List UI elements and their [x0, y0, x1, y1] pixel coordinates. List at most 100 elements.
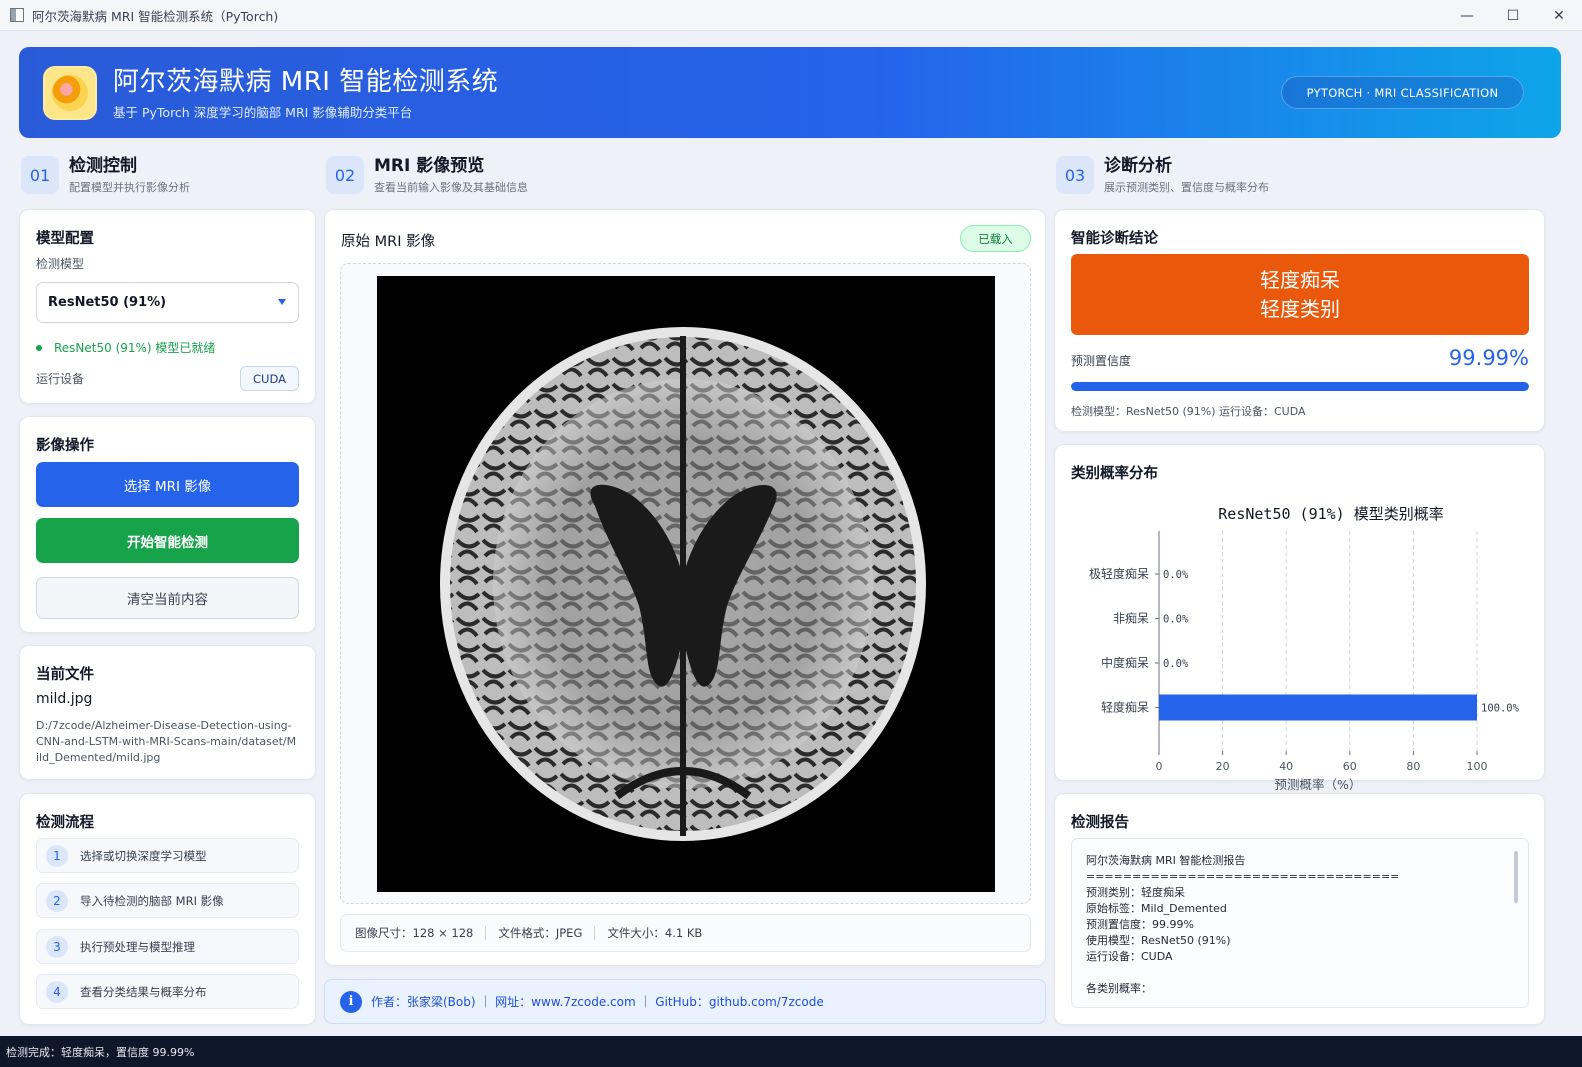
author-footer: i 作者：张家梁(Bob) ｜ 网址：www.7zcode.com ｜ GitH…	[324, 979, 1046, 1024]
step-text: 导入待检测的脑部 MRI 影像	[80, 893, 224, 908]
brain-logo-icon	[43, 66, 97, 120]
step-number: 4	[46, 980, 68, 1003]
diagnosis-meta: 检测模型：ResNet50 (91%) 运行设备：CUDA	[1071, 405, 1306, 418]
step-number: 2	[46, 889, 68, 912]
close-icon[interactable]: ✕	[1536, 0, 1582, 31]
y-tick-label: 中度痴呆	[1101, 655, 1149, 670]
card-title: 智能诊断结论	[1071, 231, 1158, 247]
report-line: 阿尔茨海默病 MRI 智能检测报告	[1086, 854, 1246, 867]
model-status: ResNet50 (91%) 模型已就绪	[36, 339, 215, 356]
mri-image	[377, 276, 995, 892]
probability-chart: ResNet50 (91%) 模型类别概率极轻度痴呆 0.0% 非痴呆 0.0% 中度痴…	[1089, 505, 1520, 792]
x-tick-label: 0	[1156, 760, 1163, 773]
device-label: 运行设备	[36, 372, 85, 386]
section-number: 03	[1056, 156, 1094, 194]
data-label: 0.0%	[1163, 569, 1189, 581]
device-badge: CUDA	[240, 366, 299, 391]
bar	[1159, 694, 1477, 721]
diagnosis-result-label: 轻度痴呆	[1260, 268, 1340, 292]
section-subtitle: 展示预测类别、置信度与概率分布	[1104, 181, 1269, 194]
section-head-diagnosis: 03 诊断分析 展示预测类别、置信度与概率分布	[1056, 156, 1269, 195]
report-card: 检测报告 阿尔茨海默病 MRI 智能检测报告 ==================…	[1054, 793, 1545, 1025]
image-frame	[340, 263, 1031, 904]
data-label: 100.0%	[1481, 703, 1520, 715]
section-subtitle: 配置模型并执行影像分析	[69, 181, 190, 194]
clear-button[interactable]: 清空当前内容	[36, 577, 299, 619]
section-number: 01	[21, 156, 59, 194]
info-icon: i	[340, 990, 362, 1013]
maximize-icon[interactable]: ☐	[1490, 0, 1536, 31]
file-path: D:/7zcode/Alzheimer-Disease-Detection-us…	[36, 719, 297, 764]
card-title: 当前文件	[36, 667, 94, 683]
confidence-progress-fill	[1071, 382, 1529, 391]
x-tick-label: 100	[1467, 760, 1488, 773]
model-select-value: ResNet50 (91%)	[48, 295, 167, 310]
window-title: 阿尔茨海默病 MRI 智能检测系统（PyTorch)	[32, 8, 279, 24]
status-bar: 检测完成：轻度痴呆，置信度 99.99%	[0, 1036, 1582, 1067]
image-filesize: 文件大小：4.1 KB	[607, 926, 703, 940]
model-config-card: 模型配置 检测模型 ResNet50 (91%) ResNet50 (91%) …	[19, 209, 316, 404]
author-text: 作者：张家梁(Bob) ｜ 网址：www.7zcode.com ｜ GitHub…	[371, 995, 824, 1009]
header-banner: 阿尔茨海默病 MRI 智能检测系统 基于 PyTorch 深度学习的脑部 MRI…	[19, 47, 1561, 138]
loaded-badge: 已载入	[960, 225, 1031, 252]
preview-card: 原始 MRI 影像 已载入 图像尺寸：128 × 128 文件格式：JPEG 文…	[324, 209, 1046, 966]
section-title: 检测控制	[69, 156, 137, 176]
model-select[interactable]: ResNet50 (91%)	[36, 282, 299, 323]
diagnosis-result: 轻度痴呆 轻度类别	[1071, 254, 1529, 335]
card-title: 模型配置	[36, 231, 94, 247]
card-title: 原始 MRI 影像	[341, 234, 436, 250]
minimize-icon[interactable]: —	[1444, 0, 1490, 31]
card-title: 影像操作	[36, 438, 94, 454]
app-title: 阿尔茨海默病 MRI 智能检测系统	[113, 67, 499, 97]
status-dot-icon	[36, 344, 42, 351]
card-title: 类别概率分布	[1071, 466, 1158, 482]
image-format: 文件格式：JPEG	[498, 926, 583, 940]
report-line: ==================================	[1086, 870, 1400, 883]
confidence-value: 99.99%	[1448, 346, 1529, 370]
report-text[interactable]: 阿尔茨海默病 MRI 智能检测报告 =======================…	[1071, 838, 1529, 1008]
step-text: 查看分类结果与概率分布	[80, 984, 207, 999]
y-tick-label: 轻度痴呆	[1101, 700, 1149, 715]
probability-card: 类别概率分布 ResNet50 (91%) 模型类别概率 极轻度痴呆 0.0% 非痴呆…	[1054, 444, 1545, 792]
select-mri-button[interactable]: 选择 MRI 影像	[36, 462, 299, 507]
model-label: 检测模型	[36, 257, 85, 271]
report-line: 预测类别：轻度痴呆	[1086, 886, 1185, 899]
x-tick-label: 80	[1406, 760, 1420, 773]
section-head-preview: 02 MRI 影像预览 查看当前输入影像及其基础信息	[326, 156, 528, 195]
flow-step: 2 导入待检测的脑部 MRI 影像	[36, 883, 299, 918]
status-text: 检测完成：轻度痴呆，置信度 99.99%	[6, 1045, 195, 1059]
flow-step: 3 执行预处理与模型推理	[36, 929, 299, 964]
app-icon	[10, 8, 24, 22]
x-tick-label: 20	[1216, 760, 1230, 773]
report-scrollbar[interactable]	[1514, 851, 1518, 903]
step-text: 选择或切换深度学习模型	[80, 848, 207, 863]
diagnosis-card: 智能诊断结论 轻度痴呆 轻度类别 预测置信度 99.99% 检测模型：ResNe…	[1054, 209, 1545, 432]
y-tick-label: 极轻度痴呆	[1089, 566, 1149, 581]
section-subtitle: 查看当前输入影像及其基础信息	[374, 181, 528, 194]
confidence-label: 预测置信度	[1071, 354, 1132, 368]
report-line: 运行设备：CUDA	[1086, 950, 1173, 963]
image-ops-card: 影像操作 选择 MRI 影像 开始智能检测 清空当前内容	[19, 416, 316, 633]
section-head-control: 01 检测控制 配置模型并执行影像分析	[21, 156, 190, 195]
report-line: 预测置信度：99.99%	[1086, 918, 1194, 931]
section-number: 02	[326, 156, 364, 194]
x-axis-label: 预测概率（%）	[1275, 777, 1362, 792]
step-number: 1	[46, 844, 68, 867]
report-line: 各类别概率：	[1086, 982, 1152, 995]
report-line: 使用模型：ResNet50 (91%)	[1086, 934, 1231, 947]
start-detect-button[interactable]: 开始智能检测	[36, 518, 299, 563]
window-titlebar: 阿尔茨海默病 MRI 智能检测系统（PyTorch) — ☐ ✕	[0, 0, 1582, 31]
flow-step: 4 查看分类结果与概率分布	[36, 974, 299, 1009]
framework-badge: PYTORCH · MRI CLASSIFICATION	[1281, 76, 1524, 109]
y-tick-label: 非痴呆	[1113, 611, 1149, 626]
confidence-progress	[1071, 382, 1529, 391]
data-label: 0.0%	[1163, 614, 1189, 626]
file-name: mild.jpg	[36, 691, 93, 707]
section-title: 诊断分析	[1104, 156, 1172, 176]
image-size: 图像尺寸：128 × 128	[355, 926, 474, 940]
report-line: 原始标签：Mild_Demented	[1086, 902, 1227, 915]
step-text: 执行预处理与模型推理	[80, 939, 195, 954]
flow-card: 检测流程 1 选择或切换深度学习模型 2 导入待检测的脑部 MRI 影像 3 执…	[19, 793, 316, 1025]
model-status-text: ResNet50 (91%) 模型已就绪	[54, 341, 216, 355]
window-controls: — ☐ ✕	[1444, 0, 1582, 31]
